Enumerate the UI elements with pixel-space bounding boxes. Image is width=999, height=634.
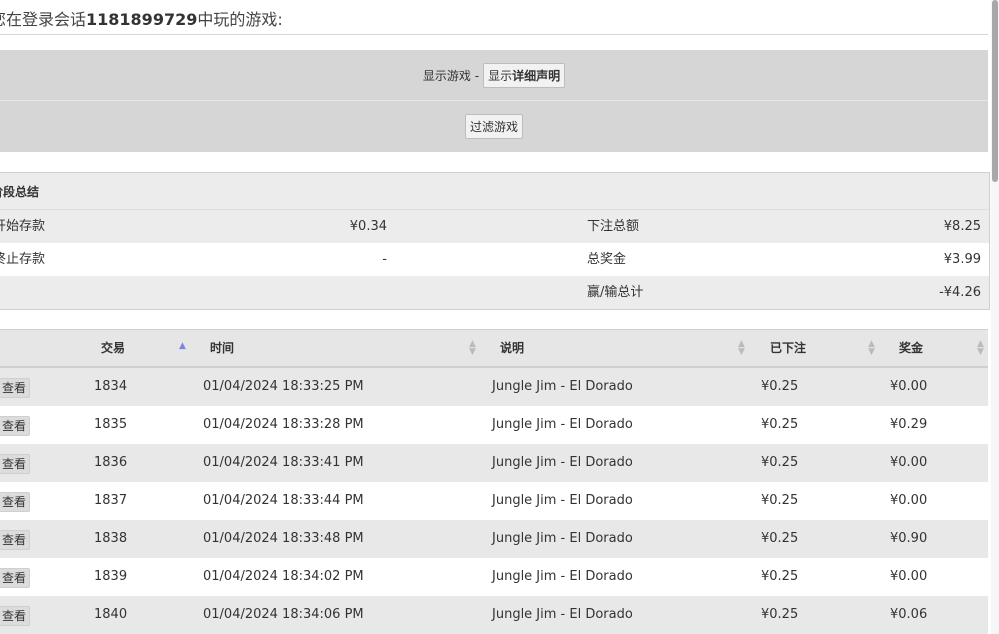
win-amount: ¥0.00 [890, 455, 928, 470]
filter-row-action: 过滤游戏 [0, 101, 988, 152]
bet-amount: ¥0.25 [761, 607, 799, 622]
heading-prefix: 您在登录会话 [0, 10, 87, 29]
game-description: Jungle Jim - El Dorado [492, 493, 633, 508]
table-row: 查看 1837 01/04/2024 18:33:44 PM Jungle Ji… [0, 482, 988, 520]
total-bet-value: ¥8.25 [943, 219, 981, 234]
transaction-id: 1838 [94, 531, 128, 546]
transaction-time: 01/04/2024 18:34:02 PM [203, 569, 364, 584]
start-balance-label: 开始存款 [0, 219, 46, 234]
view-button[interactable]: 查看 [0, 454, 31, 474]
sort-both-icon[interactable]: ▲ ▼ [469, 340, 476, 357]
bet-amount: ¥0.25 [761, 379, 799, 394]
view-button[interactable]: 查看 [0, 378, 31, 398]
col-description[interactable]: 说明 [500, 330, 524, 366]
col-win[interactable]: 奖金 [899, 330, 923, 366]
show-details-bold-text: 详细声明 [512, 68, 561, 83]
transaction-id: 1835 [94, 417, 128, 432]
transaction-time: 01/04/2024 18:33:28 PM [203, 417, 364, 432]
heading-divider [0, 34, 988, 35]
col-transaction[interactable]: 交易 [101, 330, 125, 366]
summary-title: 阶段总结 [0, 184, 40, 199]
show-games-label: 显示游戏 - [422, 68, 480, 83]
game-description: Jungle Jim - El Dorado [492, 417, 633, 432]
table-row: 查看 1836 01/04/2024 18:33:41 PM Jungle Ji… [0, 444, 988, 482]
view-button[interactable]: 查看 [0, 416, 31, 436]
session-id: 1181899729 [86, 10, 198, 29]
transaction-id: 1836 [94, 455, 128, 470]
period-summary: 阶段总结 开始存款 ¥0.34 下注总额 ¥8.25 终止存款 - 总奖金 ¥3… [0, 172, 990, 310]
view-button[interactable]: 查看 [0, 530, 31, 550]
bet-amount: ¥0.25 [761, 455, 799, 470]
win-amount: ¥0.00 [890, 569, 928, 584]
table-header: 交易 ▲ 时间 ▲ ▼ 说明 ▲ ▼ 已下注 ▲ ▼ 奖金 ▲ ▼ [0, 329, 988, 368]
transaction-time: 01/04/2024 18:33:48 PM [203, 531, 364, 546]
scrollbar-thumb[interactable] [992, 0, 998, 182]
transaction-time: 01/04/2024 18:33:41 PM [203, 455, 364, 470]
bet-amount: ¥0.25 [761, 531, 799, 546]
end-balance-value: - [382, 252, 387, 267]
summary-row: 赢/输总计 -¥4.26 [0, 276, 989, 309]
table-body: 查看 1834 01/04/2024 18:33:25 PM Jungle Ji… [0, 368, 988, 634]
sort-both-icon[interactable]: ▲ ▼ [977, 340, 984, 357]
col-time[interactable]: 时间 [210, 330, 234, 366]
game-description: Jungle Jim - El Dorado [492, 531, 633, 546]
game-history-page: 您在登录会话1181899729中玩的游戏: 显示游戏 - 显示详细声明 过滤游… [0, 0, 990, 634]
table-row: 查看 1839 01/04/2024 18:34:02 PM Jungle Ji… [0, 558, 988, 596]
heading-suffix: 中玩的游戏: [197, 10, 283, 29]
transaction-time: 01/04/2024 18:33:25 PM [203, 379, 364, 394]
table-row: 查看 1838 01/04/2024 18:33:48 PM Jungle Ji… [0, 520, 988, 558]
table-row: 查看 1840 01/04/2024 18:34:06 PM Jungle Ji… [0, 596, 988, 634]
transactions-table: 交易 ▲ 时间 ▲ ▼ 说明 ▲ ▼ 已下注 ▲ ▼ 奖金 ▲ ▼ 查看 1834 01… [0, 329, 988, 634]
col-bet[interactable]: 已下注 [770, 330, 806, 366]
filter-games-button[interactable]: 过滤游戏 [464, 114, 523, 139]
view-button[interactable]: 查看 [0, 606, 31, 626]
start-balance-value: ¥0.34 [349, 219, 387, 234]
summary-row: 开始存款 ¥0.34 下注总额 ¥8.25 [0, 210, 989, 243]
bet-amount: ¥0.25 [761, 493, 799, 508]
sort-ascending-icon[interactable]: ▲ [179, 342, 186, 351]
page-heading: 您在登录会话1181899729中玩的游戏: [0, 6, 283, 30]
win-amount: ¥0.06 [890, 607, 928, 622]
transaction-time: 01/04/2024 18:33:44 PM [203, 493, 364, 508]
show-details-text: 显示 [488, 68, 513, 83]
transaction-time: 01/04/2024 18:34:06 PM [203, 607, 364, 622]
sort-both-icon[interactable]: ▲ ▼ [868, 340, 875, 357]
bet-amount: ¥0.25 [761, 417, 799, 432]
table-row: 查看 1835 01/04/2024 18:33:28 PM Jungle Ji… [0, 406, 988, 444]
show-detailed-statement-button[interactable]: 显示详细声明 [483, 62, 566, 88]
transaction-id: 1834 [94, 379, 128, 394]
transaction-id: 1839 [94, 569, 128, 584]
page-scrollbar[interactable] [991, 0, 999, 634]
game-description: Jungle Jim - El Dorado [492, 569, 633, 584]
view-button[interactable]: 查看 [0, 492, 31, 512]
filter-panel: 显示游戏 - 显示详细声明 过滤游戏 [0, 50, 988, 152]
game-description: Jungle Jim - El Dorado [492, 607, 633, 622]
net-result-value: -¥4.26 [939, 285, 981, 300]
summary-row: 终止存款 - 总奖金 ¥3.99 [0, 243, 989, 276]
filter-row-display: 显示游戏 - 显示详细声明 [0, 50, 988, 101]
end-balance-label: 终止存款 [0, 252, 46, 267]
transaction-id: 1837 [94, 493, 128, 508]
transaction-id: 1840 [94, 607, 128, 622]
win-amount: ¥0.29 [890, 417, 928, 432]
game-description: Jungle Jim - El Dorado [492, 455, 633, 470]
game-description: Jungle Jim - El Dorado [492, 379, 633, 394]
total-bet-label: 下注总额 [587, 219, 640, 234]
win-amount: ¥0.00 [890, 493, 928, 508]
total-win-value: ¥3.99 [943, 252, 981, 267]
table-row: 查看 1834 01/04/2024 18:33:25 PM Jungle Ji… [0, 368, 988, 406]
summary-header: 阶段总结 [0, 173, 989, 210]
bet-amount: ¥0.25 [761, 569, 799, 584]
win-amount: ¥0.90 [890, 531, 928, 546]
total-win-label: 总奖金 [587, 252, 627, 267]
win-amount: ¥0.00 [890, 379, 928, 394]
sort-both-icon[interactable]: ▲ ▼ [738, 340, 745, 357]
net-result-label: 赢/输总计 [587, 285, 644, 300]
view-button[interactable]: 查看 [0, 568, 31, 588]
